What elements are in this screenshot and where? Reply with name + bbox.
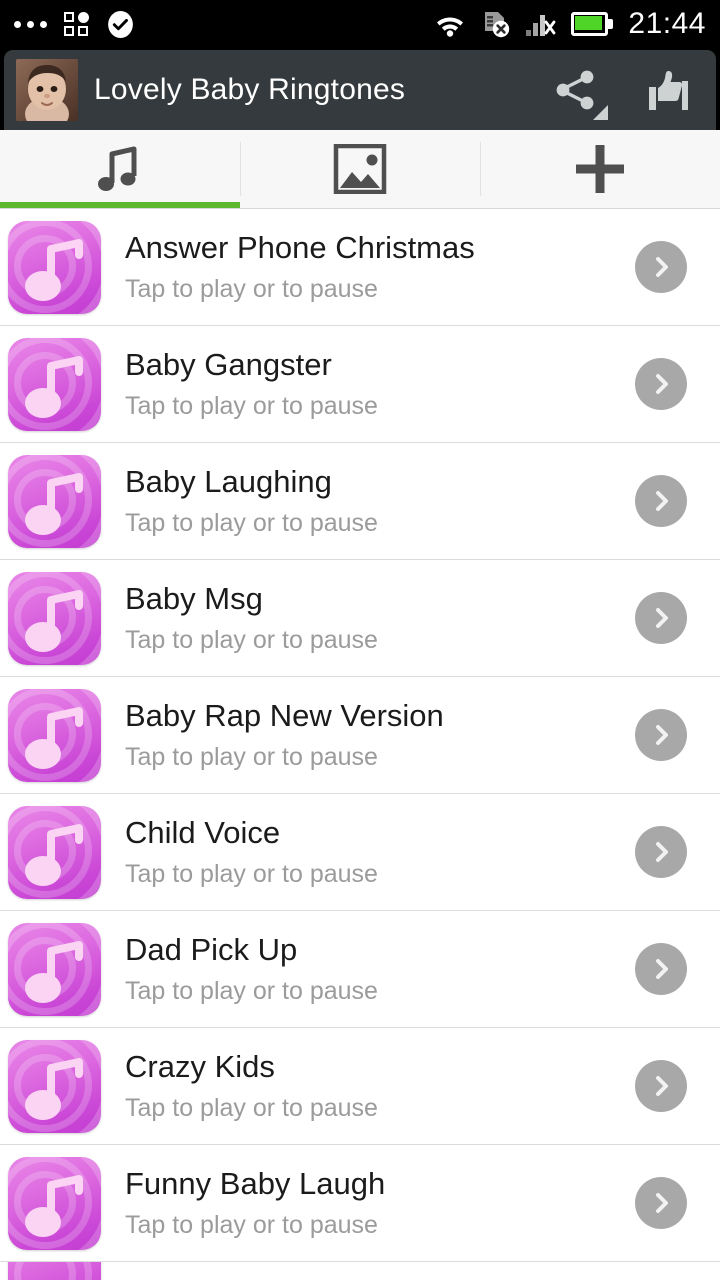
list-item[interactable]: Crazy Kids Tap to play or to pause xyxy=(0,1028,720,1145)
list-item-text: Baby Rap New Version Tap to play or to p… xyxy=(101,699,635,772)
list-item[interactable]: Dad Pick Up Tap to play or to pause xyxy=(0,911,720,1028)
music-note-icon xyxy=(92,141,148,197)
list-item-subtitle: Tap to play or to pause xyxy=(125,742,378,771)
list-item[interactable]: Baby Gangster Tap to play or to pause xyxy=(0,326,720,443)
list-item-subtitle: Tap to play or to pause xyxy=(125,508,378,537)
music-note-ripple-icon xyxy=(8,688,101,782)
chevron-right-icon[interactable] xyxy=(635,943,687,995)
music-note-ripple-icon xyxy=(8,571,101,665)
list-item-text: Answer Phone Christmas Tap to play or to… xyxy=(101,231,635,304)
thumbs-up-button[interactable] xyxy=(644,68,690,112)
chevron-right-icon[interactable] xyxy=(635,1177,687,1229)
list-item-subtitle: Tap to play or to pause xyxy=(125,625,378,654)
list-item-text: Baby Gangster Tap to play or to pause xyxy=(101,348,635,421)
battery-icon xyxy=(571,12,614,36)
music-note-ripple-icon xyxy=(8,1156,101,1250)
list-item-title: Baby Rap New Version xyxy=(125,698,444,733)
music-note-ripple-icon xyxy=(8,1262,101,1280)
music-note-ripple-icon xyxy=(8,220,101,314)
action-bar: Lovely Baby Ringtones xyxy=(4,50,716,130)
chevron-right-icon[interactable] xyxy=(635,592,687,644)
action-bar-actions xyxy=(554,68,704,120)
list-item-subtitle: Tap to play or to pause xyxy=(125,274,378,303)
list-item-title: Baby Laughing xyxy=(125,464,332,499)
list-item-subtitle: Tap to play or to pause xyxy=(125,859,378,888)
music-note-ripple-icon xyxy=(8,454,101,548)
share-dropdown-caret-icon xyxy=(593,105,608,120)
list-item-text: Baby Msg Tap to play or to pause xyxy=(101,582,635,655)
music-note-ripple-icon xyxy=(8,337,101,431)
chevron-right-icon[interactable] xyxy=(635,1060,687,1112)
tab-add[interactable] xyxy=(480,130,720,208)
list-item-subtitle: Tap to play or to pause xyxy=(125,1210,378,1239)
tab-bar xyxy=(0,130,720,209)
ringtone-list[interactable]: Answer Phone Christmas Tap to play or to… xyxy=(0,209,720,1280)
list-item-title: Dad Pick Up xyxy=(125,932,298,967)
app-screen: 21:44 Lovely Baby Ringtones Answer Phone… xyxy=(0,0,720,1280)
list-item-text: Baby Laughing Tap to play or to pause xyxy=(101,465,635,538)
list-item[interactable]: Child Voice Tap to play or to pause xyxy=(0,794,720,911)
wifi-icon xyxy=(434,11,466,37)
list-item-title: Funny Baby Laugh xyxy=(125,1166,386,1201)
status-bar-left-icons xyxy=(14,10,134,38)
music-note-ripple-icon xyxy=(8,1039,101,1133)
list-item-partial[interactable] xyxy=(0,1262,720,1280)
more-dots-icon xyxy=(14,20,47,28)
list-item-text: Child Voice Tap to play or to pause xyxy=(101,816,635,889)
list-item[interactable]: Answer Phone Christmas Tap to play or to… xyxy=(0,209,720,326)
list-item-text: Funny Baby Laugh Tap to play or to pause xyxy=(101,1167,635,1240)
app-icon-baby-photo xyxy=(16,59,78,121)
list-item[interactable]: Baby Rap New Version Tap to play or to p… xyxy=(0,677,720,794)
check-circle-icon xyxy=(107,10,134,38)
music-note-ripple-icon xyxy=(8,805,101,899)
list-item-title: Baby Gangster xyxy=(125,347,332,382)
list-item-title: Crazy Kids xyxy=(125,1049,275,1084)
signal-off-icon xyxy=(526,11,556,37)
list-item-text: Crazy Kids Tap to play or to pause xyxy=(101,1050,635,1123)
list-item-title: Child Voice xyxy=(125,815,281,850)
list-item-subtitle: Tap to play or to pause xyxy=(125,391,378,420)
share-button[interactable] xyxy=(554,68,608,120)
tab-ringtones[interactable] xyxy=(0,130,240,208)
image-icon xyxy=(333,143,387,195)
chevron-right-icon[interactable] xyxy=(635,475,687,527)
music-note-ripple-icon xyxy=(8,922,101,1016)
sim-card-off-icon xyxy=(481,10,511,38)
list-item-text: Dad Pick Up Tap to play or to pause xyxy=(101,933,635,1006)
apps-grid-icon xyxy=(64,11,90,37)
chevron-right-icon[interactable] xyxy=(635,358,687,410)
list-item-subtitle: Tap to play or to pause xyxy=(125,1093,378,1122)
plus-icon xyxy=(573,142,627,196)
chevron-right-icon[interactable] xyxy=(635,241,687,293)
list-item-subtitle: Tap to play or to pause xyxy=(125,976,378,1005)
list-item[interactable]: Funny Baby Laugh Tap to play or to pause xyxy=(0,1145,720,1262)
status-bar-clock: 21:44 xyxy=(628,7,706,40)
list-item[interactable]: Baby Laughing Tap to play or to pause xyxy=(0,443,720,560)
status-bar: 21:44 xyxy=(0,0,720,48)
page-title: Lovely Baby Ringtones xyxy=(94,73,406,106)
tab-wallpapers[interactable] xyxy=(240,130,480,208)
status-bar-right-icons: 21:44 xyxy=(434,9,706,39)
list-item-title: Answer Phone Christmas xyxy=(125,230,475,265)
chevron-right-icon[interactable] xyxy=(635,826,687,878)
chevron-right-icon[interactable] xyxy=(635,709,687,761)
list-item[interactable]: Baby Msg Tap to play or to pause xyxy=(0,560,720,677)
list-item-title: Baby Msg xyxy=(125,581,263,616)
